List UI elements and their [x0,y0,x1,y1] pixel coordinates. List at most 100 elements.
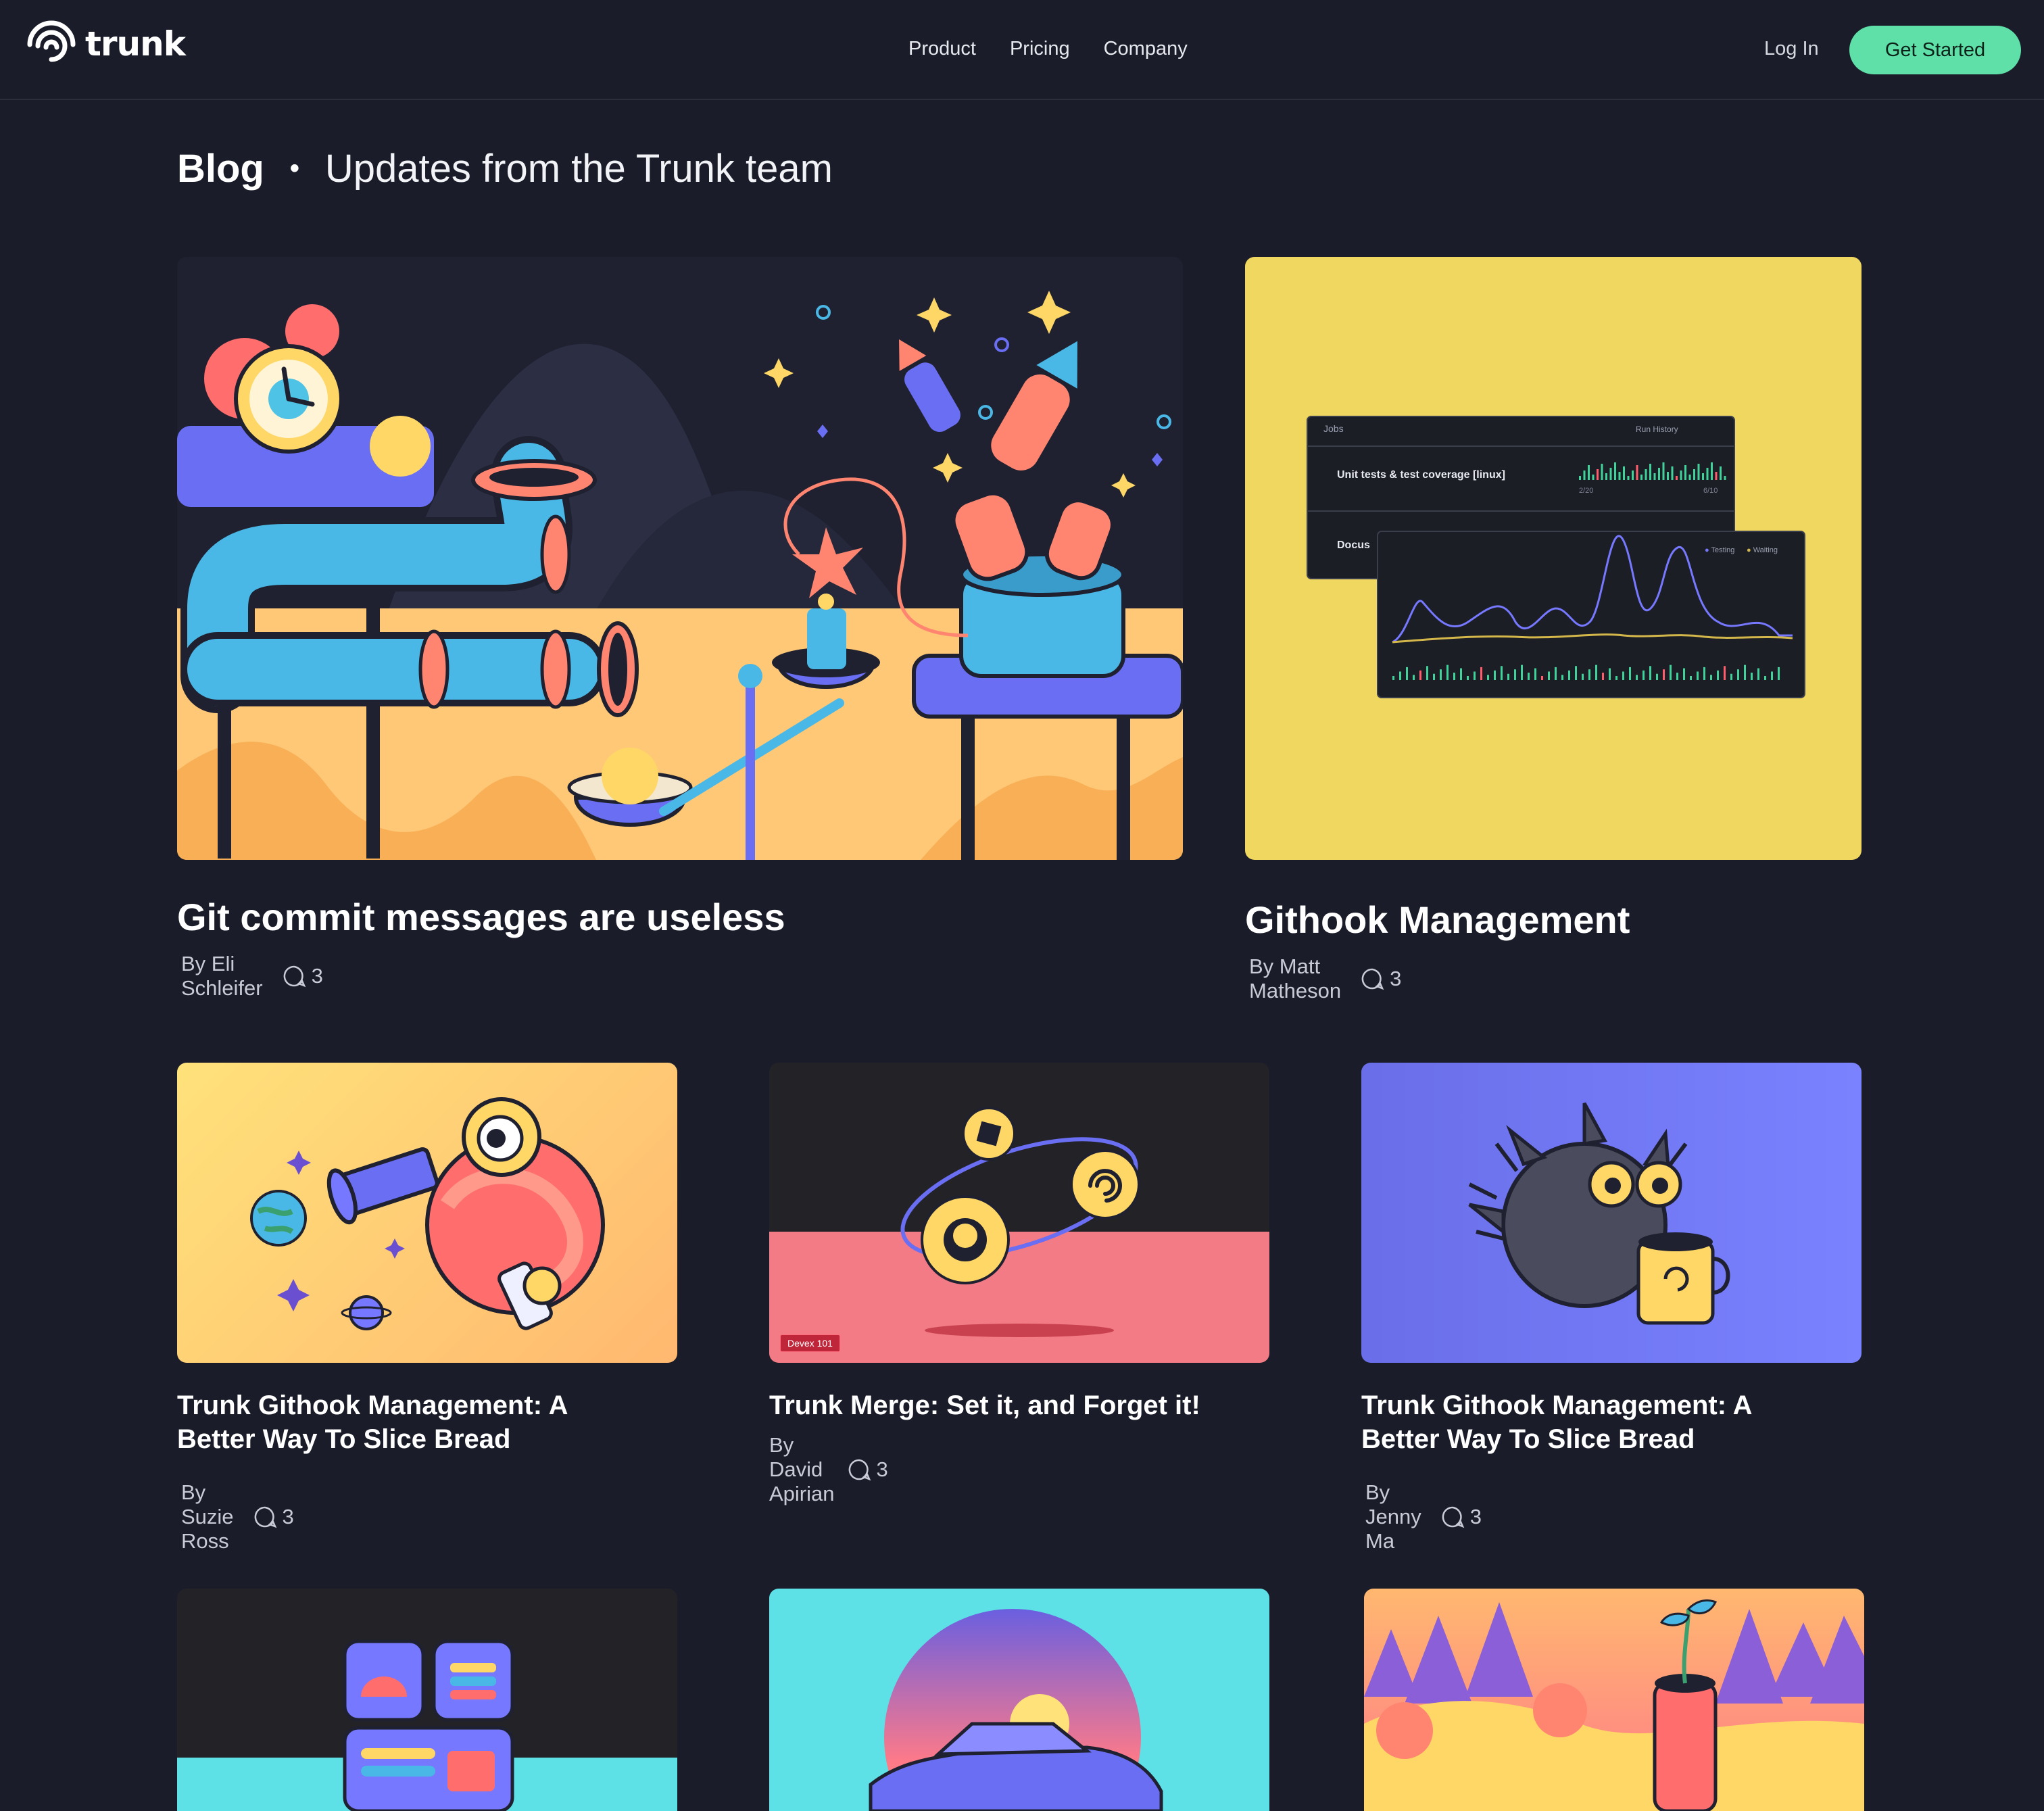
post-author[interactable]: By Suzie Ross [181,1480,234,1553]
run-history-bar [1703,667,1705,680]
post-author[interactable]: By Matt Matheson [1249,955,1341,1003]
logo-text: trunk [85,24,186,64]
run-history-bar [1440,669,1442,680]
run-history-bar [1717,670,1719,680]
run-history-bar [1771,671,1773,680]
forest-sprout-illustration [1364,1589,1864,1811]
run-history-bar [1688,475,1691,480]
run-history-bar [1528,673,1530,680]
featured-post-title-1[interactable]: Git commit messages are useless [177,894,785,941]
run-history-bar [1670,665,1672,680]
get-started-button[interactable]: Get Started [1849,26,2021,74]
run-history-bar [1588,465,1590,480]
run-history-bar [1693,469,1695,480]
featured-post-meta-1: By Eli Schleifer 3 [181,952,323,1000]
run-history-bar [1597,469,1599,480]
run-history-bar [1711,462,1713,480]
post-meta-3: By Jenny Ma 3 [1365,1480,1482,1553]
run-history-bar [1588,669,1590,680]
run-history-bar [1656,673,1658,680]
run-history-bar [1555,667,1557,680]
run-history-bar [1474,671,1476,680]
page-title: Blog • Updates from the Trunk team [177,146,833,191]
comment-icon [283,965,306,988]
run-history-bar [1724,476,1726,480]
comment-count[interactable]: 3 [1360,967,1401,991]
post-image-3[interactable] [1361,1063,1862,1363]
run-history-bar [1710,675,1712,680]
run-history-bar [1614,462,1616,480]
run-history-bar [1627,476,1630,480]
run-history-bar [1649,666,1651,680]
login-link[interactable]: Log In [1764,38,1819,60]
run-history-bar [1568,670,1570,680]
post-author[interactable]: By Jenny Ma [1365,1480,1421,1553]
run-history-bar [1433,673,1435,680]
containers-illustration [177,1589,677,1811]
nav-pricing[interactable]: Pricing [1010,38,1070,60]
run-history-bar [1507,673,1509,680]
featured-post-image-1[interactable] [177,257,1183,860]
run-history-bar [1582,673,1584,680]
run-history-bar [1623,466,1625,480]
post-title-2[interactable]: Trunk Merge: Set it, and Forget it! [769,1389,1200,1422]
run-history-bar [1609,668,1611,680]
githook-dashboard-illustration [1307,416,1805,698]
page-subtitle: Updates from the Trunk team [324,147,833,191]
post-image-4[interactable] [177,1589,677,1811]
post-meta-1: By Suzie Ross 3 [181,1480,294,1553]
nav-product[interactable]: Product [908,38,976,60]
run-history-bar [1653,473,1656,480]
run-history-bar [1702,473,1704,480]
run-history-bar [1645,469,1647,480]
run-history-bar [1622,671,1624,680]
run-history-bar [1595,665,1597,680]
post-image-1[interactable] [177,1063,677,1363]
run-history-bar [1640,475,1642,480]
run-history-bar [1480,667,1482,680]
run-history-bar [1602,673,1604,680]
run-history-bar [1658,468,1660,480]
comment-count[interactable]: 3 [253,1505,294,1529]
run-history-bar [1751,673,1753,680]
comment-icon [1361,968,1384,990]
run-history-bar [1399,671,1401,680]
post-title-3[interactable]: Trunk Githook Management: A Better Way To… [1361,1389,1875,1456]
comment-count[interactable]: 3 [847,1457,888,1482]
run-history-bar [1406,667,1408,680]
post-author[interactable]: By Eli Schleifer [181,952,263,1000]
run-history-bar [1778,667,1780,680]
legend-waiting: ● Waiting [1747,546,1778,554]
featured-post-title-2[interactable]: Githook Management [1245,896,1630,944]
run-history-bar [1579,476,1581,480]
featured-post-image-2[interactable]: Jobs Run History Unit tests & test cover… [1245,257,1862,860]
run-history-bar [1514,669,1516,680]
run-history-bar [1534,668,1536,680]
run-history-bar [1744,665,1746,680]
comment-count-value: 3 [311,964,323,988]
run-history-bar [1676,476,1678,480]
trunk-logo[interactable]: trunk [24,19,186,73]
run-history-bar [1460,668,1462,680]
run-history-bar [1680,470,1682,480]
run-history-bar [1737,669,1739,680]
run-history-bar [1453,673,1455,680]
post-image-6[interactable] [1364,1589,1864,1811]
run-history-bar [1561,675,1563,680]
run-history-bar [1730,673,1732,680]
post-author[interactable]: By David Apirian [769,1433,835,1506]
run-history-bar [1548,671,1550,680]
post-title-1[interactable]: Trunk Githook Management: A Better Way To… [177,1389,691,1456]
post-image-5[interactable] [769,1589,1269,1811]
run-history-bar [1632,470,1634,480]
comment-count[interactable]: 3 [282,964,323,988]
nav-company[interactable]: Company [1104,38,1188,60]
run-history-bar [1667,472,1669,480]
comment-count[interactable]: 3 [1440,1505,1482,1529]
post-image-2[interactable]: Devex 101 [769,1063,1269,1363]
run-history-bar [1663,669,1665,680]
run-history-bar [1715,472,1718,480]
run-history-bar [1618,472,1621,480]
job-row-1: Unit tests & test coverage [linux] [1337,469,1505,481]
run-history-bar [1426,666,1428,680]
